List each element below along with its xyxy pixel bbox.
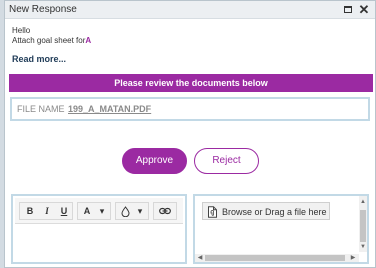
italic-button[interactable]: I [39,203,55,219]
message-body: Attach goal sheet forA [12,36,91,46]
highlight-button[interactable] [118,203,132,219]
highlight-dropdown-icon[interactable]: ▾ [134,203,146,219]
new-response-dialog: New Response ✕ Hello Attach goal sheet f… [4,0,376,268]
reject-button[interactable]: Reject [194,148,259,174]
editor-toolbar: B I U A ▾ ▾ [15,198,183,224]
vertical-scrollbar[interactable]: ▲ ▼ [359,196,367,252]
highlight-group: ▾ [115,202,149,220]
dialog-title: New Response [9,4,77,15]
message-body-accent: A [85,36,92,45]
file-upload-area[interactable]: Browse or Drag a file here ▲ ▼ ◀ ▶ [193,194,369,264]
browse-file-label: Browse or Drag a file here [222,207,327,217]
scroll-right-arrow-icon[interactable]: ▶ [349,254,357,262]
scroll-up-arrow-icon[interactable]: ▲ [359,198,367,206]
file-name-link[interactable]: 199_A_MATAN.PDF [68,104,151,115]
rich-text-editor: B I U A ▾ ▾ [11,194,187,264]
font-color-dropdown-icon[interactable]: ▾ [96,203,108,219]
editor-text-area[interactable] [15,226,183,260]
file-name-field: FILE NAME 199_A_MATAN.PDF [10,97,370,121]
maximize-button[interactable] [341,3,355,17]
underline-button[interactable]: U [56,203,72,219]
vertical-scroll-thumb[interactable] [360,210,366,242]
maximize-icon [344,5,352,13]
dialog-titlebar: New Response ✕ [5,1,375,19]
scroll-left-arrow-icon[interactable]: ◀ [196,254,204,262]
paint-drop-icon [120,206,130,218]
format-button-group: B I U [19,202,73,220]
horizontal-scrollbar[interactable]: ◀ ▶ [195,254,359,262]
link-group [153,202,177,220]
font-color-button[interactable]: A [80,203,94,219]
review-banner: Please review the documents below [9,74,373,92]
message-body-text: Attach goal sheet for [12,36,86,45]
close-icon: ✕ [358,2,370,17]
browse-file-button[interactable]: Browse or Drag a file here [202,202,330,220]
insert-link-button[interactable] [157,203,173,219]
close-button[interactable]: ✕ [357,3,371,17]
font-color-group: A ▾ [77,202,111,220]
message-greeting: Hello [12,26,31,35]
approve-button[interactable]: Approve [122,148,187,174]
bold-button[interactable]: B [22,203,38,219]
file-attach-icon [208,206,217,218]
file-name-label: FILE NAME [17,104,65,114]
link-icon [159,207,171,215]
scroll-down-arrow-icon[interactable]: ▼ [359,243,367,251]
read-more-link[interactable]: Read more... [12,53,66,65]
horizontal-scroll-thumb[interactable] [205,255,345,261]
